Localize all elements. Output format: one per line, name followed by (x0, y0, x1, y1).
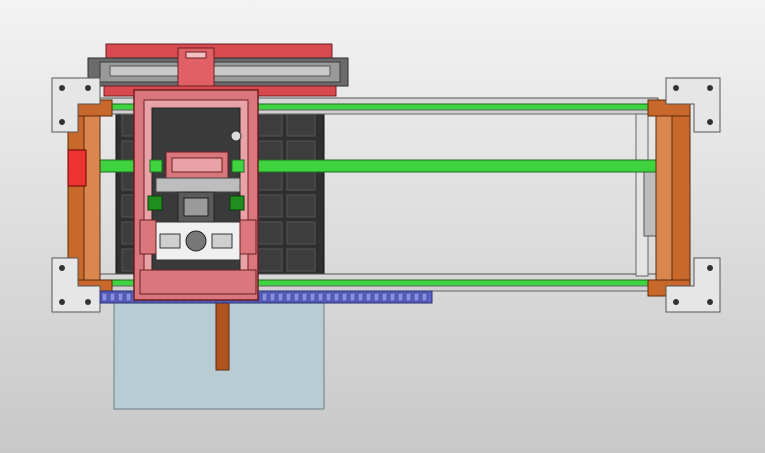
chain-link (285, 292, 292, 302)
chain-link (373, 292, 380, 302)
chain-link (349, 292, 356, 302)
chain-link (117, 292, 124, 302)
chain-link (325, 292, 332, 302)
wooden-post (215, 299, 230, 371)
chain-link (397, 292, 404, 302)
top-housing (87, 43, 349, 97)
chain-link (125, 292, 132, 302)
chain-link (269, 292, 276, 302)
chain-link (389, 292, 396, 302)
cad-viewport[interactable] (0, 0, 765, 453)
chain-link (101, 292, 108, 302)
chain-link (405, 292, 412, 302)
chain-link (421, 292, 428, 302)
chain-link (301, 292, 308, 302)
spoilboard-slot (286, 221, 316, 245)
spoilboard-slot (286, 194, 316, 218)
chain-link (309, 292, 316, 302)
chain-link (365, 292, 372, 302)
spoilboard-slot (286, 113, 316, 137)
chain-link (261, 292, 268, 302)
chain-link (317, 292, 324, 302)
chain-link (333, 292, 340, 302)
chain-link (341, 292, 348, 302)
chain-link (413, 292, 420, 302)
chain-link (293, 292, 300, 302)
chain-link (381, 292, 388, 302)
chain-link (357, 292, 364, 302)
gantry-carriage[interactable] (133, 89, 259, 301)
cnc-machine-top-view (51, 43, 721, 410)
chain-link (277, 292, 284, 302)
chain-link (109, 292, 116, 302)
spoilboard-slot (286, 248, 316, 272)
